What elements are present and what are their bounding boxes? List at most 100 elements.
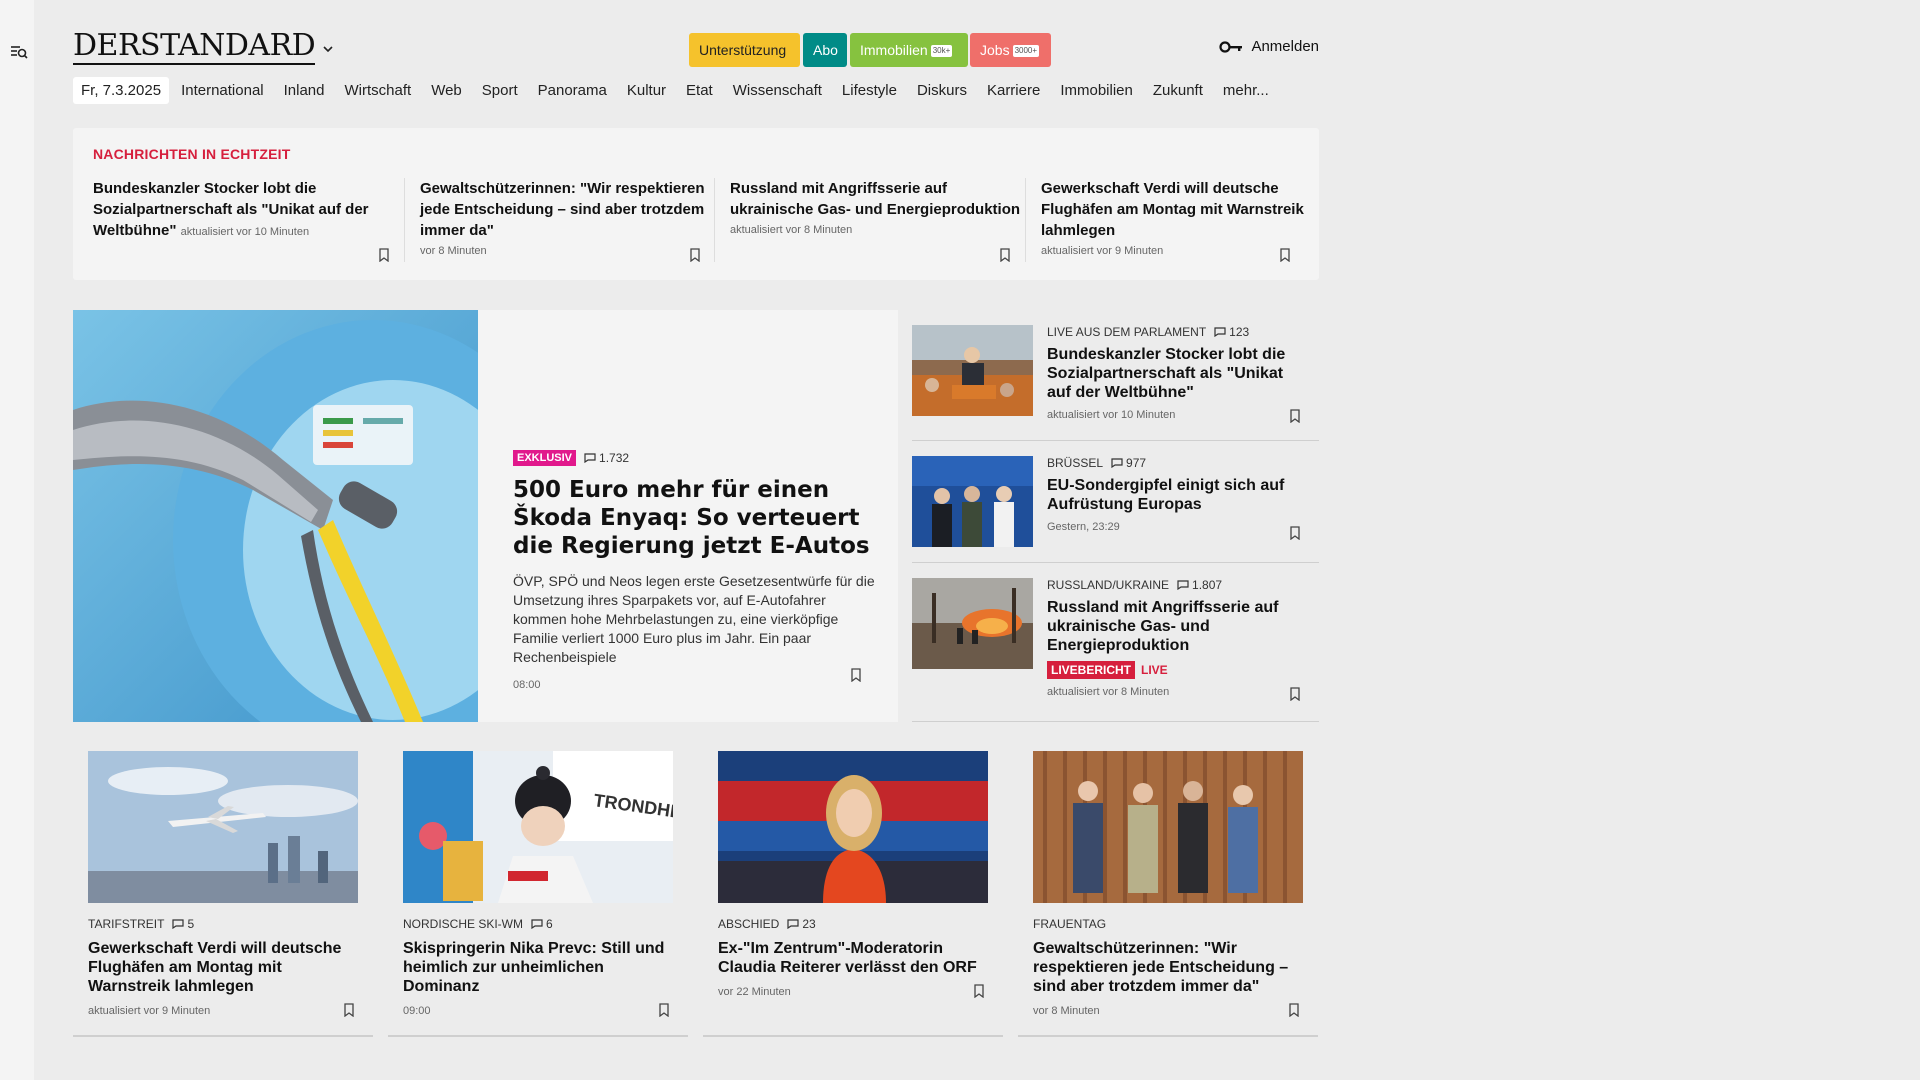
nav-panorama[interactable]: Panorama (538, 82, 607, 99)
article-card[interactable]: TARIFSTREIT 5 Gewerkschaft Verdi will de… (73, 751, 373, 1037)
abo-button[interactable]: Abo (803, 33, 847, 67)
side-article-image[interactable] (912, 325, 1033, 416)
lead-time: 08:00 (513, 679, 541, 691)
bookmark-icon[interactable] (999, 248, 1011, 262)
comment-icon (1214, 327, 1226, 337)
comment-count[interactable]: 1.732 (584, 451, 629, 465)
nav-web[interactable]: Web (431, 82, 462, 99)
card-kicker: NORDISCHE SKI-WM (403, 917, 523, 931)
comment-count-value: 6 (546, 917, 553, 931)
comment-count[interactable]: 1.807 (1177, 578, 1222, 592)
bookmark-icon[interactable] (1288, 1003, 1300, 1017)
comment-icon (172, 919, 185, 929)
side-article[interactable]: BRÜSSEL 977 EU-Sondergipfel einigt sich … (912, 441, 1319, 563)
support-button[interactable]: Unterstützung (689, 33, 800, 67)
article-card-text: ABSCHIED 23 Ex-"Im Zentrum"-Moderatorin … (718, 917, 988, 998)
comment-icon (1177, 580, 1189, 590)
bookmark-icon[interactable] (1289, 409, 1301, 423)
comment-count[interactable]: 6 (531, 917, 553, 931)
nav-more[interactable]: mehr... (1223, 82, 1269, 99)
bookmark-icon[interactable] (1279, 248, 1291, 262)
menu-search-icon[interactable] (10, 44, 28, 60)
comment-count-value: 1.732 (599, 451, 630, 465)
card-title[interactable]: Gewerkschaft Verdi will deutsche Flughäf… (88, 939, 358, 996)
side-title[interactable]: Russland mit Angriffsserie auf ukrainisc… (1047, 598, 1297, 655)
side-article-image[interactable] (912, 578, 1033, 669)
article-card[interactable]: TRONDHEIM NORDISCHE SKI-WM 6 Skispringer… (388, 751, 688, 1037)
bookmark-icon[interactable] (378, 248, 390, 262)
comment-count[interactable]: 23 (787, 917, 816, 931)
nav-kultur[interactable]: Kultur (627, 82, 666, 99)
comment-icon (584, 453, 596, 463)
card-title[interactable]: Ex-"Im Zentrum"-Moderatorin Claudia Reit… (718, 939, 988, 977)
article-card-image[interactable] (1033, 751, 1303, 903)
logo[interactable]: DERSTANDARD (73, 30, 316, 65)
card-meta: vor 8 Minuten (1033, 1005, 1100, 1017)
side-title[interactable]: Bundeskanzler Stocker lobt die Sozialpar… (1047, 345, 1297, 402)
nav-wissenschaft[interactable]: Wissenschaft (733, 82, 822, 99)
side-article[interactable]: RUSSLAND/UKRAINE 1.807 Russland mit Angr… (912, 563, 1319, 722)
jobs-button[interactable]: Jobs 3000+ (970, 33, 1051, 67)
nav-etat[interactable]: Etat (686, 82, 713, 99)
comment-count[interactable]: 5 (172, 917, 194, 931)
exklusiv-badge: EXKLUSIV (513, 450, 577, 466)
lead-article[interactable]: EXKLUSIV 1.732 500 Euro mehr für einen Š… (73, 310, 898, 722)
chevron-down-icon[interactable] (321, 42, 335, 56)
ticker-item[interactable]: Gewerkschaft Verdi will deutsche Flughäf… (1025, 178, 1305, 262)
card-title[interactable]: Gewaltschützerinnen: "Wir respektieren j… (1033, 939, 1303, 996)
side-article-text: RUSSLAND/UKRAINE 1.807 Russland mit Angr… (1047, 578, 1297, 698)
side-meta: aktualisiert vor 8 Minuten (1047, 686, 1170, 698)
nav-international[interactable]: International (181, 82, 264, 99)
nav-karriere[interactable]: Karriere (987, 82, 1040, 99)
card-title[interactable]: Skispringerin Nika Prevc: Still und heim… (403, 939, 673, 996)
bookmark-icon[interactable] (973, 984, 985, 998)
bookmark-icon[interactable] (658, 1003, 670, 1017)
nav-immobilien[interactable]: Immobilien (1060, 82, 1133, 99)
article-card[interactable]: ABSCHIED 23 Ex-"Im Zentrum"-Moderatorin … (703, 751, 1003, 1037)
card-kicker: FRAUENTAG (1033, 917, 1107, 931)
side-article-image[interactable] (912, 456, 1033, 547)
key-icon (1219, 40, 1243, 53)
article-card-text: TARIFSTREIT 5 Gewerkschaft Verdi will de… (88, 917, 358, 1017)
lead-body: EXKLUSIV 1.732 500 Euro mehr für einen Š… (513, 450, 878, 691)
nav-zukunft[interactable]: Zukunft (1153, 82, 1203, 99)
article-card[interactable]: FRAUENTAG Gewaltschützerinnen: "Wir resp… (1018, 751, 1318, 1037)
ticker-item[interactable]: Russland mit Angriffsserie auf ukrainisc… (714, 178, 1025, 262)
nav-wirtschaft[interactable]: Wirtschaft (345, 82, 412, 99)
bookmark-icon[interactable] (850, 668, 862, 682)
ticker-item-meta: vor 8 Minuten (420, 245, 487, 257)
article-card-image[interactable]: TRONDHEIM (403, 751, 673, 903)
header: DERSTANDARD Unterstützung Abo Immobilien… (73, 0, 1319, 75)
side-article-text: BRÜSSEL 977 EU-Sondergipfel einigt sich … (1047, 456, 1297, 533)
nav-diskurs[interactable]: Diskurs (917, 82, 967, 99)
article-card-image[interactable] (718, 751, 988, 903)
ticker-item[interactable]: Gewaltschützerinnen: "Wir respektieren j… (404, 178, 715, 262)
lead-title[interactable]: 500 Euro mehr für einen Škoda Enyaq: So … (513, 476, 878, 560)
ticker-item[interactable]: Bundeskanzler Stocker lobt die Sozialpar… (93, 178, 404, 262)
comment-count[interactable]: 977 (1111, 456, 1146, 470)
side-title[interactable]: EU-Sondergipfel einigt sich auf Aufrüstu… (1047, 476, 1297, 514)
comment-icon (787, 919, 799, 929)
nav-lifestyle[interactable]: Lifestyle (842, 82, 897, 99)
ticker-item-meta: aktualisiert vor 8 Minuten (730, 224, 853, 236)
card-kicker: TARIFSTREIT (88, 917, 165, 931)
side-kicker: BRÜSSEL (1047, 456, 1104, 470)
article-card-image[interactable] (88, 751, 358, 903)
comment-count[interactable]: 123 (1214, 325, 1249, 339)
nav-inland[interactable]: Inland (284, 82, 325, 99)
bookmark-icon[interactable] (1289, 687, 1301, 701)
date-label: Fr, 7.3.2025 (73, 76, 170, 104)
side-article[interactable]: LIVE AUS DEM PARLAMENT 123 Bundeskanzler… (912, 310, 1319, 441)
comment-count-value: 123 (1229, 325, 1250, 339)
login-button[interactable]: Anmelden (1219, 38, 1319, 55)
card-kicker: ABSCHIED (718, 917, 780, 931)
bookmark-icon[interactable] (343, 1003, 355, 1017)
bookmark-icon[interactable] (1289, 526, 1301, 540)
lead-image[interactable] (73, 310, 478, 722)
page: DERSTANDARD Unterstützung Abo Immobilien… (73, 0, 1319, 1037)
bookmark-icon[interactable] (689, 248, 701, 262)
immobilien-button[interactable]: Immobilien 30k+ (850, 33, 968, 67)
side-kicker: LIVE AUS DEM PARLAMENT (1047, 325, 1207, 339)
card-meta: aktualisiert vor 9 Minuten (88, 1005, 211, 1017)
nav-sport[interactable]: Sport (482, 82, 518, 99)
